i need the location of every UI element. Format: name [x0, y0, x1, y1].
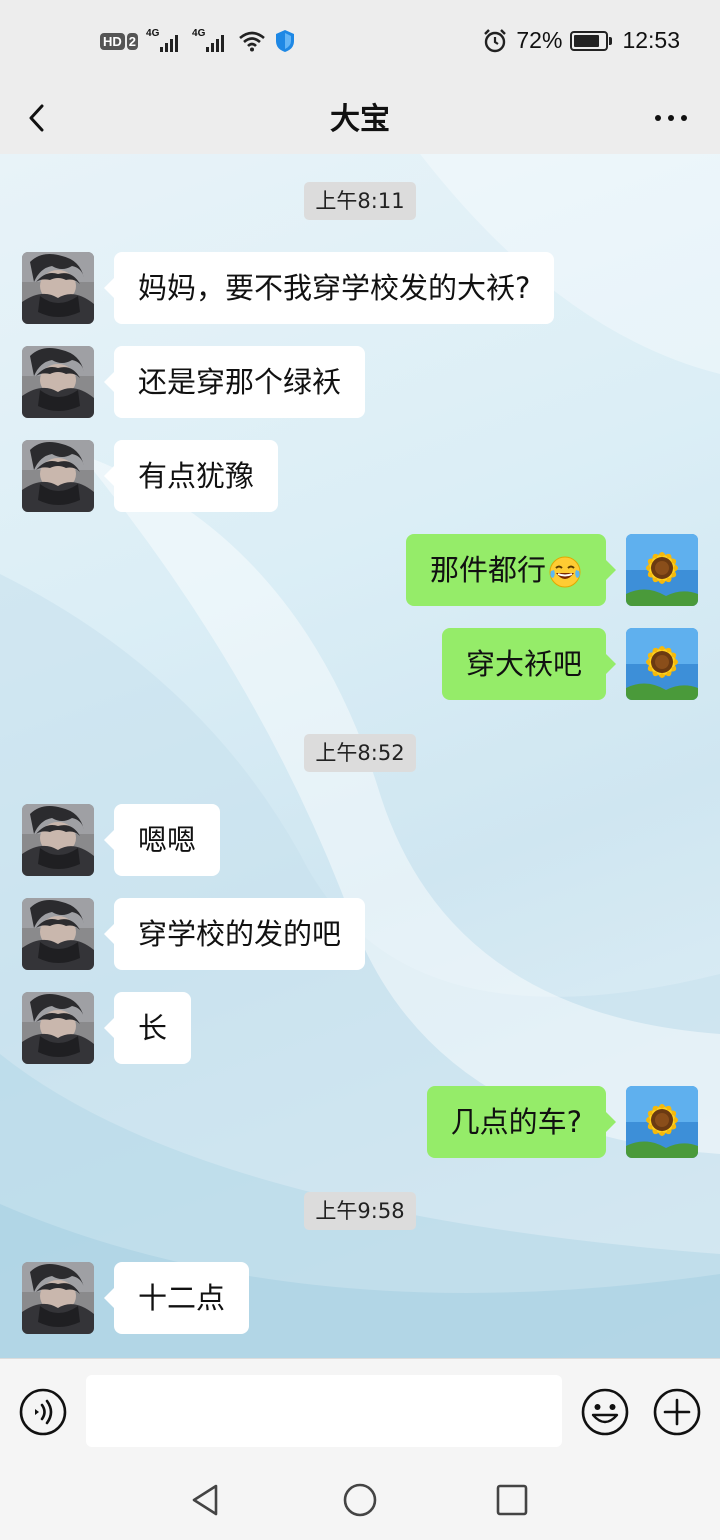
more-dots-icon[interactable] [646, 92, 696, 142]
triangle-back-icon[interactable] [186, 1480, 226, 1520]
system-nav-bar [0, 1462, 720, 1540]
circle-home-icon[interactable] [340, 1480, 380, 1520]
message-bubble-incoming[interactable]: 穿学校的发的吧 [103, 898, 366, 970]
avatar[interactable] [22, 992, 94, 1064]
chat-area[interactable]: 上午8:11 妈妈，要不我穿学校发的大袄? 还是穿那个绿袄 有点犹豫 那件都行 … [0, 154, 720, 1358]
status-right: 72% 12:53 [482, 27, 680, 54]
shield-icon [276, 30, 295, 52]
message-bubble-incoming[interactable]: 嗯嗯 [103, 804, 221, 876]
avatar[interactable] [22, 252, 94, 324]
message-bubble-outgoing[interactable]: 几点的车? [426, 1086, 617, 1158]
input-bar [0, 1358, 720, 1463]
message-bubble-incoming[interactable]: 长 [103, 992, 192, 1064]
message-bubble-incoming[interactable]: 妈妈，要不我穿学校发的大袄? [103, 252, 555, 324]
signal-icon: 4G [146, 28, 184, 54]
message-bubble-outgoing[interactable]: 那件都行 [405, 534, 617, 606]
chat-title: 大宝 [330, 102, 390, 137]
message-bubble-incoming[interactable]: 还是穿那个绿袄 [103, 346, 366, 418]
avatar[interactable] [22, 440, 94, 512]
hd-badge: HD [100, 32, 125, 50]
message-bubble-outgoing[interactable]: 穿大袄吧 [441, 628, 617, 700]
timestamp: 上午8:11 [304, 182, 416, 220]
avatar[interactable] [22, 346, 94, 418]
status-left: HD 2 4G 4G [100, 28, 296, 54]
timestamp: 上午8:52 [304, 734, 416, 772]
square-recent-icon[interactable] [492, 1480, 532, 1520]
status-bar: HD 2 4G 4G 72% 12:53 [0, 0, 720, 80]
battery-icon [570, 30, 613, 51]
battery-percent: 72% [516, 27, 563, 53]
avatar[interactable] [22, 898, 94, 970]
message-bubble-incoming[interactable]: 十二点 [103, 1262, 250, 1334]
timestamp: 上午9:58 [304, 1192, 416, 1230]
avatar-self[interactable] [626, 628, 698, 700]
avatar-self[interactable] [626, 534, 698, 606]
message-input[interactable] [86, 1375, 562, 1447]
hd-sim-badge: 2 [126, 32, 139, 50]
tears-of-joy-emoji [549, 556, 581, 588]
signal-icon: 4G [192, 28, 230, 54]
voice-icon[interactable] [18, 1387, 68, 1437]
smiley-icon[interactable] [580, 1387, 630, 1437]
avatar-self[interactable] [626, 1086, 698, 1158]
avatar[interactable] [22, 804, 94, 876]
alarm-icon [484, 28, 507, 52]
wifi-icon [239, 31, 265, 52]
message-text: 那件都行 [429, 553, 546, 587]
avatar[interactable] [22, 1262, 94, 1334]
clock: 12:53 [622, 27, 680, 53]
chat-header: 大宝 [0, 80, 720, 154]
plus-icon[interactable] [652, 1387, 702, 1437]
message-bubble-incoming[interactable]: 有点犹豫 [103, 440, 279, 512]
